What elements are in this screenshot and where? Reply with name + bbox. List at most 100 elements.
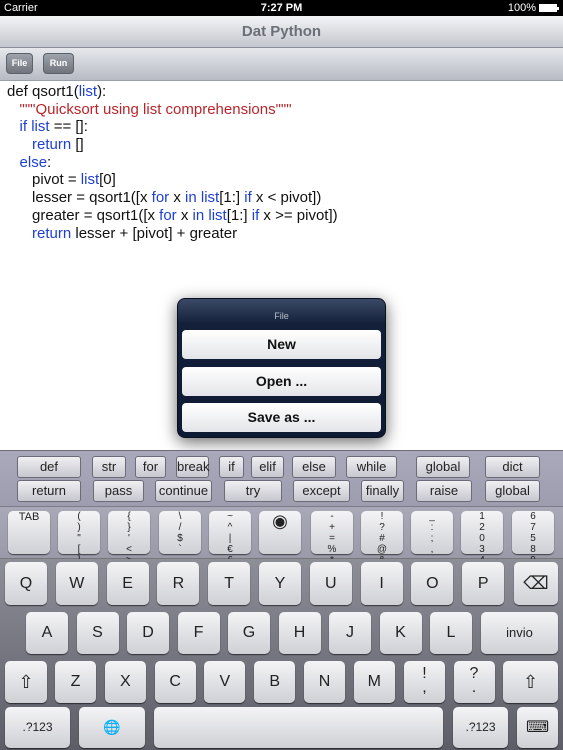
- keyword-key-elif[interactable]: elif: [251, 456, 284, 478]
- code-token: [1:]: [226, 206, 252, 224]
- keyword-key-finally[interactable]: finally: [361, 480, 404, 502]
- symbol-glyph: 1: [479, 511, 485, 522]
- space-bar[interactable]: [154, 707, 443, 748]
- key-V[interactable]: V: [204, 661, 246, 703]
- key-O[interactable]: O: [411, 562, 454, 605]
- key-K[interactable]: K: [379, 612, 422, 654]
- key-Q[interactable]: Q: [5, 562, 47, 605]
- symbol-glyph: /: [178, 522, 182, 533]
- keyword-key-except[interactable]: except: [293, 480, 350, 502]
- symbol-key[interactable]: TAB: [8, 511, 50, 554]
- punct-key[interactable]: !,: [404, 661, 445, 703]
- key-X[interactable]: X: [104, 661, 146, 703]
- punct-glyph: .: [471, 679, 477, 696]
- globe-key[interactable]: 🌐: [79, 707, 145, 748]
- key-G[interactable]: G: [228, 612, 270, 654]
- keyword-key-def[interactable]: def: [17, 456, 81, 478]
- code-token: x: [169, 189, 186, 207]
- keyword-key-while[interactable]: while: [346, 456, 397, 478]
- keyword-key-for[interactable]: for: [135, 456, 166, 478]
- punct-key[interactable]: ?.: [453, 661, 495, 703]
- status-bar: Carrier 7:27 PM 100%: [0, 0, 563, 16]
- symbol-key[interactable]: 12034: [461, 511, 503, 566]
- numbers-key-right[interactable]: .?123: [453, 707, 508, 748]
- keyword-key-return[interactable]: return: [17, 480, 81, 502]
- symbol-glyph: :: [430, 522, 434, 533]
- shift-key-right[interactable]: ⇧: [503, 661, 558, 703]
- symbol-glyph: }: [127, 522, 131, 533]
- symbol-key[interactable]: ()"[]: [58, 511, 100, 566]
- key-C[interactable]: C: [154, 661, 196, 703]
- key-J[interactable]: J: [329, 612, 371, 654]
- symbol-key[interactable]: !?#@&: [361, 511, 403, 566]
- keyword-key-str[interactable]: str: [92, 456, 126, 478]
- numbers-key-left[interactable]: .?123: [5, 707, 70, 748]
- symbol-glyph: ): [77, 522, 81, 533]
- key-I[interactable]: I: [360, 562, 403, 605]
- app-title: Dat Python: [0, 16, 563, 48]
- keyword-key-raise[interactable]: raise: [416, 480, 472, 502]
- new-button[interactable]: New: [182, 330, 381, 359]
- key-A[interactable]: A: [26, 612, 68, 654]
- key-W[interactable]: W: [55, 562, 98, 605]
- symbol-key[interactable]: 67589: [512, 511, 554, 566]
- symbol-glyph: _: [429, 511, 435, 522]
- keyword-key-else[interactable]: else: [292, 456, 336, 478]
- symbol-glyph: #: [379, 533, 385, 544]
- keyword-key-if[interactable]: if: [219, 456, 244, 478]
- code-line: def qsort1(list):: [0, 83, 563, 101]
- symbol-key[interactable]: \/$`.: [159, 511, 201, 566]
- keyword-token: in: [185, 189, 197, 207]
- keyword-key-try[interactable]: try: [224, 480, 282, 502]
- keyword-token: if: [244, 189, 252, 207]
- key-E[interactable]: E: [106, 562, 149, 605]
- symbol-key[interactable]: {}'<>: [108, 511, 150, 566]
- string-token: """Quicksort using list comprehensions""…: [19, 100, 292, 118]
- shift-key-left[interactable]: ⇧: [5, 661, 47, 703]
- code-line: pivot = list[0]: [0, 171, 563, 189]
- file-button[interactable]: File: [6, 53, 33, 74]
- symbol-key[interactable]: ~^|€£: [209, 511, 251, 566]
- toolbar: File Run: [0, 48, 563, 81]
- symbol-key[interactable]: _:;,.: [411, 511, 453, 566]
- key-U[interactable]: U: [309, 562, 352, 605]
- code-token: lesser + [pivot] + greater: [71, 224, 238, 242]
- save-as-button[interactable]: Save as ...: [182, 403, 381, 432]
- backspace-key[interactable]: ⌫: [514, 562, 558, 605]
- code-line: greater = qsort1([x for x in list[1:] if…: [0, 207, 563, 225]
- key-B[interactable]: B: [254, 661, 296, 703]
- keyword-key-continue[interactable]: continue: [155, 480, 212, 502]
- symbol-key[interactable]: ◉: [259, 511, 301, 554]
- key-S[interactable]: S: [76, 612, 119, 654]
- open-button[interactable]: Open ...: [182, 367, 381, 396]
- key-L[interactable]: L: [430, 612, 472, 654]
- symbol-key[interactable]: -+=%*: [311, 511, 353, 566]
- key-F[interactable]: F: [177, 612, 220, 654]
- symbol-glyph: 7: [530, 522, 536, 533]
- keyword-token: in: [192, 206, 205, 224]
- keyword-key-pass[interactable]: pass: [93, 480, 144, 502]
- key-N[interactable]: N: [304, 661, 345, 703]
- keyword-key-global[interactable]: global: [416, 456, 470, 478]
- return-key[interactable]: invio: [481, 612, 558, 654]
- hide-keyboard-key[interactable]: ⌨: [517, 707, 558, 748]
- run-button[interactable]: Run: [43, 53, 74, 74]
- symbol-label: TAB: [18, 511, 40, 523]
- key-D[interactable]: D: [127, 612, 169, 654]
- symbol-row: TAB()"[]{}'<>\/$`.~^|€£◉-+=%*!?#@&_:;,.1…: [0, 507, 563, 566]
- key-M[interactable]: M: [353, 661, 395, 703]
- keyword-key-global[interactable]: global: [485, 480, 540, 502]
- key-H[interactable]: H: [278, 612, 321, 654]
- key-R[interactable]: R: [157, 562, 200, 605]
- keyword-key-break[interactable]: break: [176, 456, 210, 478]
- key-Z[interactable]: Z: [55, 661, 96, 703]
- symbol-glyph: $: [177, 533, 183, 544]
- key-T[interactable]: T: [208, 562, 251, 605]
- symbol-glyph: =: [329, 533, 335, 544]
- keyword-key-dict[interactable]: dict: [485, 456, 540, 478]
- key-P[interactable]: P: [462, 562, 505, 605]
- key-Y[interactable]: Y: [259, 562, 301, 605]
